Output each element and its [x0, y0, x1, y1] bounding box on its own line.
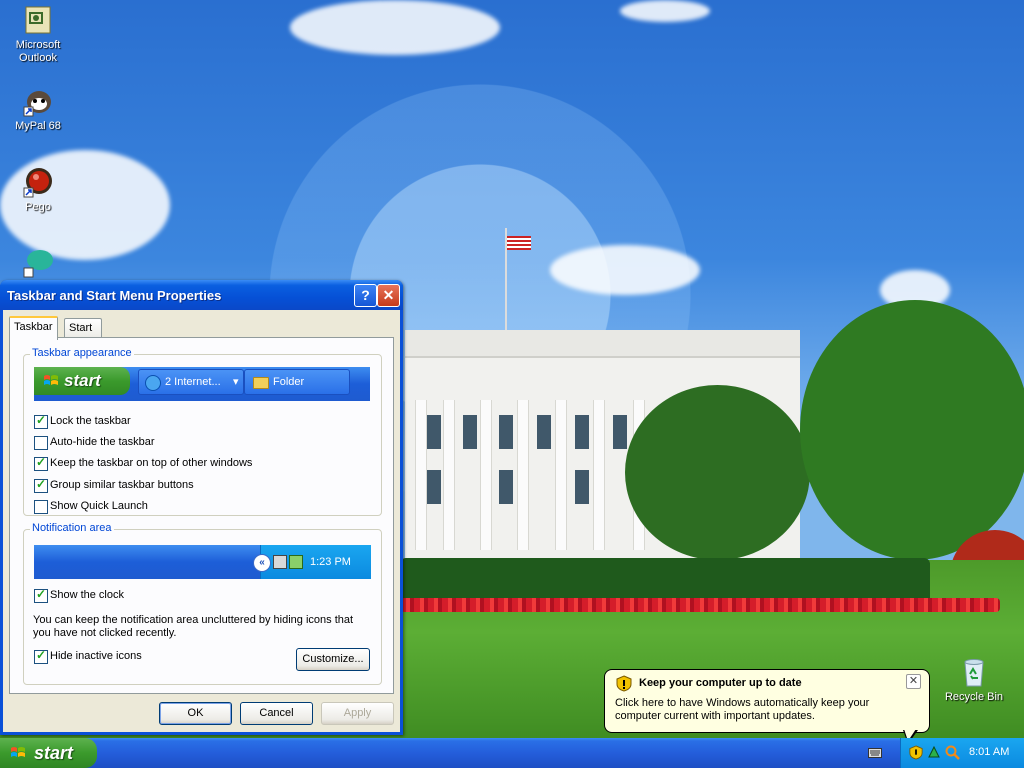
taskbar-appearance-group: Taskbar appearance start 2 Internet... ▾…	[23, 347, 382, 516]
notification-description: You can keep the notification area unclu…	[33, 614, 354, 639]
desktop-icon-outlook[interactable]: Microsoft Outlook	[0, 4, 76, 65]
balloon-close-button[interactable]: ✕	[906, 674, 921, 689]
preview-ie-label: 2 Internet...	[165, 376, 221, 388]
ok-button[interactable]: OK	[159, 702, 232, 725]
show-clock-label: Show the clock	[50, 589, 124, 601]
dialog-client: Taskbar Start Menu Taskbar appearance st…	[3, 310, 400, 732]
apply-button: Apply	[321, 702, 394, 725]
desktop-icon-label: Pego	[25, 201, 51, 213]
keep-on-top-checkbox[interactable]	[34, 455, 48, 471]
preview-start-label: start	[64, 371, 101, 390]
hide-inactive-label: Hide inactive icons	[50, 650, 142, 662]
group-buttons-checkbox[interactable]	[34, 477, 48, 493]
taskbar: start 8:01 AM	[0, 738, 1024, 768]
shield-warning-icon	[616, 675, 632, 692]
notification-preview-image: « 1:23 PM	[34, 545, 371, 579]
start-button[interactable]: start	[0, 738, 97, 768]
flower-bed	[400, 598, 1000, 612]
tree	[800, 300, 1024, 560]
preview-folder-button: Folder	[244, 369, 350, 395]
desktop-icon-label: MyPal 68	[15, 120, 61, 132]
cloud	[620, 0, 710, 22]
close-button[interactable]: ✕	[377, 284, 400, 307]
cloud	[290, 0, 500, 55]
preview-ie-button: 2 Internet... ▾	[138, 369, 244, 395]
chevron-down-icon: ▾	[233, 376, 239, 388]
taskbar-properties-dialog: Taskbar and Start Menu Properties ? ✕ Ta…	[0, 280, 403, 735]
taskbar-tab-panel: Taskbar appearance start 2 Internet... ▾…	[9, 337, 394, 694]
cancel-button[interactable]: Cancel	[240, 702, 313, 725]
mypal-icon	[23, 91, 51, 117]
group-label: Notification area	[30, 522, 114, 534]
windows-logo-icon	[44, 375, 58, 385]
dialog-title: Taskbar and Start Menu Properties	[7, 288, 222, 303]
tab-taskbar[interactable]: Taskbar	[9, 316, 58, 340]
preview-tray: « 1:23 PM	[253, 545, 371, 579]
desktop-icon-mypal[interactable]: MyPal 68	[0, 85, 76, 133]
group-label: Taskbar appearance	[30, 347, 134, 359]
balloon-title: Keep your computer up to date	[639, 677, 802, 689]
start-label: start	[34, 743, 74, 763]
search-icon[interactable]	[945, 745, 960, 760]
outlook-icon	[25, 6, 51, 34]
desktop-icon-label: Microsoft Outlook	[15, 39, 61, 64]
preview-start-button: start	[34, 367, 130, 395]
pego-icon	[23, 168, 52, 198]
lock-taskbar-label: Lock the taskbar	[50, 415, 131, 427]
keyboard-icon[interactable]	[868, 748, 882, 758]
quick-launch-label: Show Quick Launch	[50, 500, 148, 512]
hide-inactive-checkbox[interactable]	[34, 648, 48, 664]
preview-folder-label: Folder	[273, 376, 305, 388]
balloon-body: Click here to have Windows automatically…	[615, 697, 870, 722]
volume-icon	[289, 555, 303, 569]
flag	[507, 236, 531, 250]
taskbar-clock[interactable]: 8:01 AM	[969, 746, 1009, 758]
desktop-icon-pego[interactable]: Pego	[0, 166, 76, 214]
help-button[interactable]: ?	[354, 284, 377, 307]
windows-update-shield-icon[interactable]	[909, 745, 923, 760]
tab-start-menu[interactable]: Start Menu	[64, 318, 102, 353]
lock-taskbar-checkbox[interactable]	[34, 413, 48, 429]
quick-launch-checkbox[interactable]	[34, 500, 48, 514]
auto-hide-label: Auto-hide the taskbar	[50, 436, 155, 448]
customize-button[interactable]: Customize...	[296, 648, 370, 671]
show-hidden-icons-chevron-icon: «	[253, 554, 271, 572]
network-icon	[273, 555, 287, 569]
desktop-icon-recycle-bin[interactable]: Recycle Bin	[936, 656, 1012, 704]
folder-icon	[253, 377, 269, 389]
auto-hide-checkbox[interactable]	[34, 436, 48, 450]
app-icon	[23, 250, 53, 278]
taskbar-preview-image: start 2 Internet... ▾ Folder	[34, 367, 370, 401]
desktop-icon-label: Recycle Bin	[944, 691, 1004, 703]
system-tray: 8:01 AM	[900, 738, 1024, 768]
windows-logo-icon	[11, 747, 25, 757]
desktop-icon-app[interactable]	[0, 246, 76, 281]
preview-clock: 1:23 PM	[310, 556, 351, 568]
dialog-titlebar[interactable]: Taskbar and Start Menu Properties ? ✕	[0, 280, 403, 310]
group-buttons-label: Group similar taskbar buttons	[50, 479, 194, 491]
notification-area-group: Notification area « 1:23 PM Show the clo…	[23, 522, 382, 685]
network-icon[interactable]	[927, 745, 941, 760]
hedge	[400, 558, 930, 600]
recycle-bin-icon	[964, 659, 984, 687]
keep-on-top-label: Keep the taskbar on top of other windows	[50, 457, 253, 469]
cloud	[550, 245, 700, 295]
update-notification-balloon[interactable]: Keep your computer up to date ✕ Click he…	[604, 669, 930, 733]
tree	[625, 385, 810, 560]
show-clock-checkbox[interactable]	[34, 587, 48, 603]
internet-explorer-icon	[145, 375, 161, 391]
